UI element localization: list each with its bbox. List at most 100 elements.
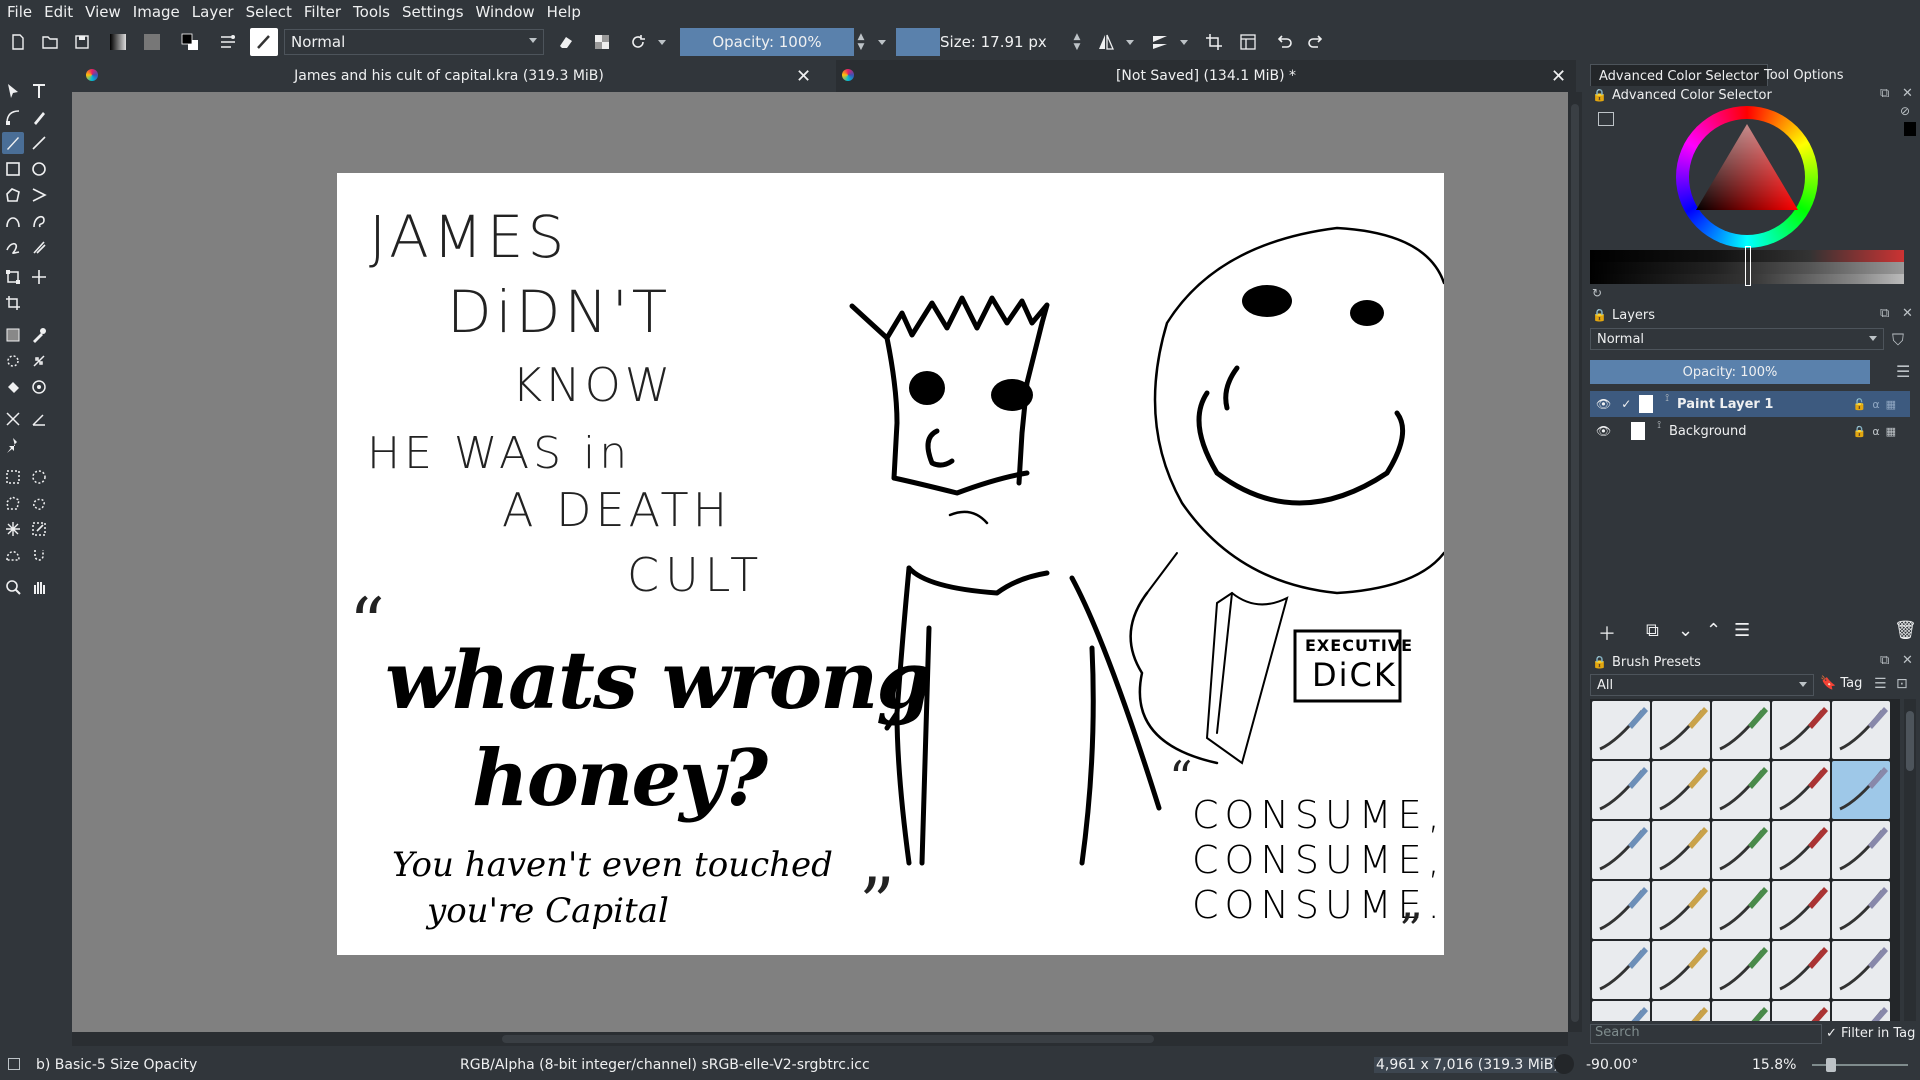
polygonal-selection-tool-icon[interactable] [2,492,24,514]
brush-preset-thumbnail[interactable] [1772,881,1830,939]
foreground-background-color-icon[interactable] [176,28,204,56]
pattern-icon[interactable] [138,28,166,56]
open-document-icon[interactable] [36,28,64,56]
menu-view[interactable]: View [80,3,126,21]
saturation-value-triangle[interactable] [1690,120,1804,234]
brush-tag-button[interactable]: 🔖 Tag [1820,676,1862,691]
select-shape-tool-icon[interactable] [2,80,24,102]
close-panel-icon[interactable]: ✕ [1902,86,1913,101]
brush-preset-thumbnail[interactable] [1832,941,1890,999]
status-dimensions[interactable]: 4,961 x 7,016 (319.3 MiB) [1374,1057,1561,1073]
blend-mode-select[interactable]: Normal [284,29,544,55]
freehand-path-tool-icon[interactable] [28,210,50,232]
preserve-alpha-icon[interactable] [588,28,616,56]
opacity-dropdown-icon[interactable] [874,28,890,56]
brush-preset-thumbnail[interactable] [1832,881,1890,939]
pan-tool-icon[interactable] [28,576,50,598]
hamburger-menu-icon[interactable]: ☰ [1896,362,1910,381]
brush-preset-thumbnail[interactable] [1712,1001,1770,1021]
brush-preset-thumbnail[interactable] [1592,941,1650,999]
zoom-slider-handle[interactable] [1826,1058,1836,1072]
brush-preset-thumbnail[interactable] [1832,1001,1890,1021]
transform-tool-icon[interactable] [2,266,24,288]
layer-row-background[interactable]: 👁 ⟟ Background 🔒α▦ [1590,418,1910,444]
brush-preset-thumbnail[interactable] [1832,701,1890,759]
mirror-vertical-icon[interactable] [1146,28,1174,56]
menu-edit[interactable]: Edit [39,3,78,21]
opacity-spin-icon[interactable]: ▲ ▼ [854,28,868,56]
float-panel-icon[interactable]: ⧉ [1880,86,1889,101]
refresh-icon[interactable]: ↻ [1592,286,1602,300]
freehand-brush-tool-icon[interactable] [2,132,24,154]
layer-properties-icon[interactable]: ☰ [1734,620,1750,641]
close-panel-icon[interactable]: ✕ [1902,306,1913,321]
brush-preset-thumbnail[interactable] [1712,701,1770,759]
float-panel-icon[interactable]: ⧉ [1880,306,1889,321]
reload-dropdown-icon[interactable] [654,28,670,56]
brush-preset-thumbnail[interactable] [1772,701,1830,759]
brush-preset-thumbnail[interactable] [1592,761,1650,819]
brush-preset-thumbnail[interactable] [1652,881,1710,939]
menu-image[interactable]: Image [128,3,185,21]
elliptical-selection-tool-icon[interactable] [28,466,50,488]
move-tool-icon[interactable] [28,266,50,288]
contiguous-selection-tool-icon[interactable] [2,518,24,540]
lock-icon[interactable]: 🔒 [1592,308,1607,322]
menu-filter[interactable]: Filter [299,3,346,21]
lock-icon[interactable]: 🔒 [1592,655,1607,669]
brush-settings-icon[interactable] [214,28,242,56]
close-tab-1-icon[interactable]: ✕ [796,66,811,87]
brush-search-input[interactable]: Search [1590,1024,1822,1044]
canvas-vertical-scrollbar[interactable] [1568,92,1582,1032]
checked-icon[interactable]: ✓ [1621,397,1631,411]
smart-patch-tool-icon[interactable] [28,350,50,372]
filter-icon[interactable]: ⛉ [1892,330,1904,350]
assistant-tool-icon[interactable] [2,408,24,430]
fill-tool-icon[interactable] [2,376,24,398]
brush-preset-thumbnail[interactable] [1652,821,1710,879]
brush-view-menu-icon[interactable]: ☰ [1874,676,1887,692]
brush-preset-thumbnail[interactable] [1772,1001,1830,1021]
opacity-slider[interactable]: Opacity: 100% [680,28,854,56]
text-tool-icon[interactable] [28,80,50,102]
mirror-horizontal-icon[interactable] [1092,28,1120,56]
zoom-tool-icon[interactable] [2,576,24,598]
status-rotation[interactable]: -90.00° [1586,1057,1638,1073]
brush-preset-thumbnail[interactable] [1712,821,1770,879]
line-tool-icon[interactable] [28,132,50,154]
menu-layer[interactable]: Layer [187,3,239,21]
polygon-tool-icon[interactable] [2,184,24,206]
layer-blend-mode-select[interactable]: Normal [1590,328,1884,350]
delete-layer-icon[interactable]: 🗑 [1894,620,1917,641]
gradient-tool-icon[interactable] [2,324,24,346]
color-settings-icon[interactable] [1598,112,1614,126]
menu-select[interactable]: Select [241,3,297,21]
brush-preset-thumbnail[interactable] [1772,941,1830,999]
redo-icon[interactable] [1302,28,1330,56]
brush-preset-thumbnail[interactable] [1592,881,1650,939]
visibility-eye-icon[interactable]: 👁 [1596,397,1611,411]
eraser-mode-icon[interactable] [552,28,580,56]
brush-preset-thumbnail[interactable] [1652,701,1710,759]
brush-preset-thumbnail[interactable] [1592,1001,1650,1021]
colorize-mask-tool-icon[interactable] [2,350,24,372]
reload-preset-icon[interactable] [624,28,652,56]
multibrush-tool-icon[interactable] [28,236,50,258]
lock-icon[interactable]: 🔒 [1592,88,1607,102]
brush-import-icon[interactable]: ⊡ [1896,676,1908,692]
drawing-paper[interactable]: JAMES DiDN'T KNOW HE WAS in A DEATH CULT… [337,173,1444,957]
rotation-dial-icon[interactable] [1554,1054,1574,1074]
enclose-fill-tool-icon[interactable] [28,376,50,398]
canvas-horizontal-scrollbar[interactable] [72,1032,1568,1046]
brush-preset-thumbnail[interactable] [1712,941,1770,999]
status-zoom[interactable]: 15.8% [1752,1057,1796,1073]
hue-ring[interactable] [1676,106,1818,248]
measure-tool-icon[interactable] [28,408,50,430]
document-tab-1[interactable]: James and his cult of capital.kra (319.3… [70,60,828,92]
add-layer-icon[interactable]: ＋ [1598,620,1616,646]
brush-preset-thumbnail[interactable] [1772,821,1830,879]
brush-preset-thumbnail[interactable] [1652,761,1710,819]
crop-icon[interactable] [1200,28,1228,56]
brush-preset-thumbnail[interactable] [1832,821,1890,879]
current-color-swatch[interactable] [1904,122,1916,136]
